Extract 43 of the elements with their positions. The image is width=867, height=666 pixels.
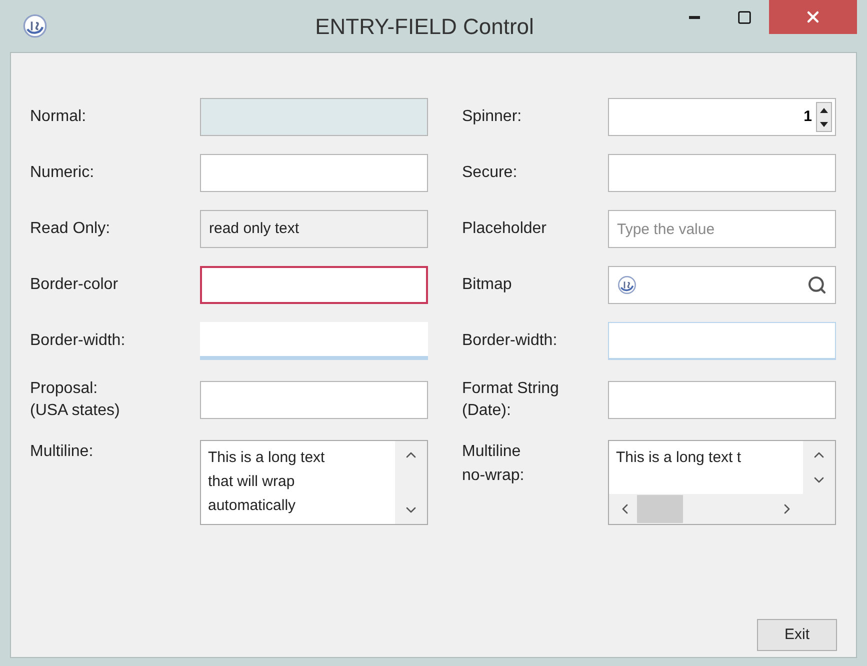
vertical-scrollbar[interactable] <box>395 441 427 524</box>
app-logo-icon <box>22 13 48 39</box>
input-field[interactable]: Type the value <box>608 210 836 248</box>
multiline-text: This is a long text that will wrap automatically <box>207 448 326 516</box>
scroll-thumb[interactable] <box>637 495 683 523</box>
field-label: Read Only: <box>30 219 110 239</box>
up-arrow-icon <box>820 108 828 112</box>
logo-icon <box>617 275 637 295</box>
field-label: Border-width: <box>30 331 126 351</box>
spinner-buttons[interactable] <box>816 102 832 132</box>
input-field[interactable] <box>200 266 428 304</box>
input-field[interactable] <box>200 154 428 192</box>
field-label: Spinner: <box>462 107 522 127</box>
spinner-field[interactable]: 1 <box>608 98 836 136</box>
field-label: Multiline no-wrap: <box>462 443 524 484</box>
maximize-icon <box>736 10 752 24</box>
input-field[interactable]: read only text <box>200 210 428 248</box>
input-field[interactable] <box>200 98 428 136</box>
vertical-scrollbar[interactable] <box>803 441 835 494</box>
field-label: Format String (Date): <box>462 379 559 421</box>
field-label: Placeholder <box>462 219 546 239</box>
exit-button[interactable]: Exit <box>757 619 837 651</box>
horizontal-scrollbar[interactable] <box>609 494 835 524</box>
input-field[interactable] <box>200 381 428 419</box>
field-label: Normal: <box>30 107 86 127</box>
spinner-value: 1 <box>804 106 812 127</box>
field-label: Secure: <box>462 163 518 183</box>
field-label: Bitmap <box>462 275 512 295</box>
field-label: Proposal: (USA states) <box>30 379 120 421</box>
multiline-text: This is a long text t <box>615 448 742 468</box>
field-label: Border-width: <box>462 331 558 351</box>
multiline-field[interactable]: This is a long text that will wrap automatically <box>200 440 428 525</box>
window-title: ENTRY-FIELD Control <box>314 12 535 40</box>
search-icon <box>807 275 827 295</box>
input-field[interactable] <box>608 266 836 304</box>
input-field[interactable] <box>608 154 836 192</box>
input-field[interactable] <box>608 381 836 419</box>
multiline-field[interactable]: This is a long text t <box>608 440 836 525</box>
field-label: Multiline: <box>30 443 94 460</box>
field-label: Border-color <box>30 275 118 295</box>
minimize-icon <box>688 16 700 18</box>
down-arrow-icon <box>820 122 828 126</box>
field-label: Numeric: <box>30 163 94 183</box>
